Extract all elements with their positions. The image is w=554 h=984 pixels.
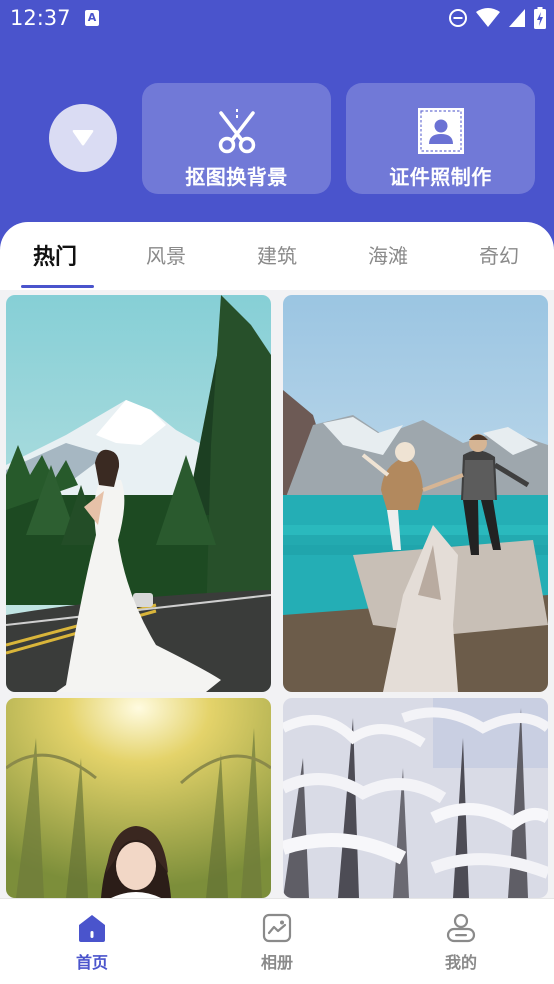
status-icons: [448, 6, 546, 30]
home-icon: [79, 915, 105, 942]
wifi-icon: [476, 8, 500, 27]
do-not-disturb-icon: [449, 9, 467, 27]
nav-profile-label: 我的: [444, 953, 477, 972]
nav-profile[interactable]: 我的: [416, 913, 506, 973]
tab-indicator: [21, 285, 94, 288]
bottom-navigation: 首页 相册 我的: [0, 898, 554, 984]
status-bar: 12:37 A: [0, 0, 554, 38]
id-photo-label: 证件照制作: [389, 165, 492, 189]
nav-home[interactable]: 首页: [47, 913, 137, 973]
scissors-icon: [213, 106, 261, 156]
nav-album[interactable]: 相册: [232, 913, 322, 973]
status-time: 12:37: [10, 6, 71, 30]
nav-home-label: 首页: [75, 953, 108, 972]
sunlit-forest-girl-photo[interactable]: [6, 698, 271, 898]
tab-architecture[interactable]: 建筑: [257, 240, 297, 269]
nav-album-label: 相册: [260, 953, 293, 972]
tab-scenery[interactable]: 风景: [146, 240, 186, 269]
album-icon: [262, 913, 292, 943]
triangle-down-icon: [72, 130, 94, 146]
dropdown-button[interactable]: [49, 104, 117, 172]
notification-icon: A: [85, 10, 99, 26]
cutout-background-label: 抠图换背景: [185, 165, 288, 189]
id-photo-icon: [416, 106, 466, 156]
battery-charging-icon: [534, 7, 546, 29]
tab-fantasy[interactable]: 奇幻: [479, 240, 519, 269]
tab-hot[interactable]: 热门: [33, 239, 77, 271]
tab-beach[interactable]: 海滩: [368, 240, 408, 269]
snowy-forest-photo[interactable]: [283, 698, 548, 898]
cutout-background-card[interactable]: 抠图换背景: [142, 83, 331, 194]
signal-icon: [509, 9, 525, 27]
profile-icon: [446, 913, 476, 943]
mountain-road-wedding-photo[interactable]: [6, 295, 271, 692]
lake-couple-photo[interactable]: [283, 295, 548, 692]
id-photo-card[interactable]: 证件照制作: [346, 83, 535, 194]
category-tabs: 热门 风景 建筑 海滩 奇幻: [0, 222, 554, 290]
